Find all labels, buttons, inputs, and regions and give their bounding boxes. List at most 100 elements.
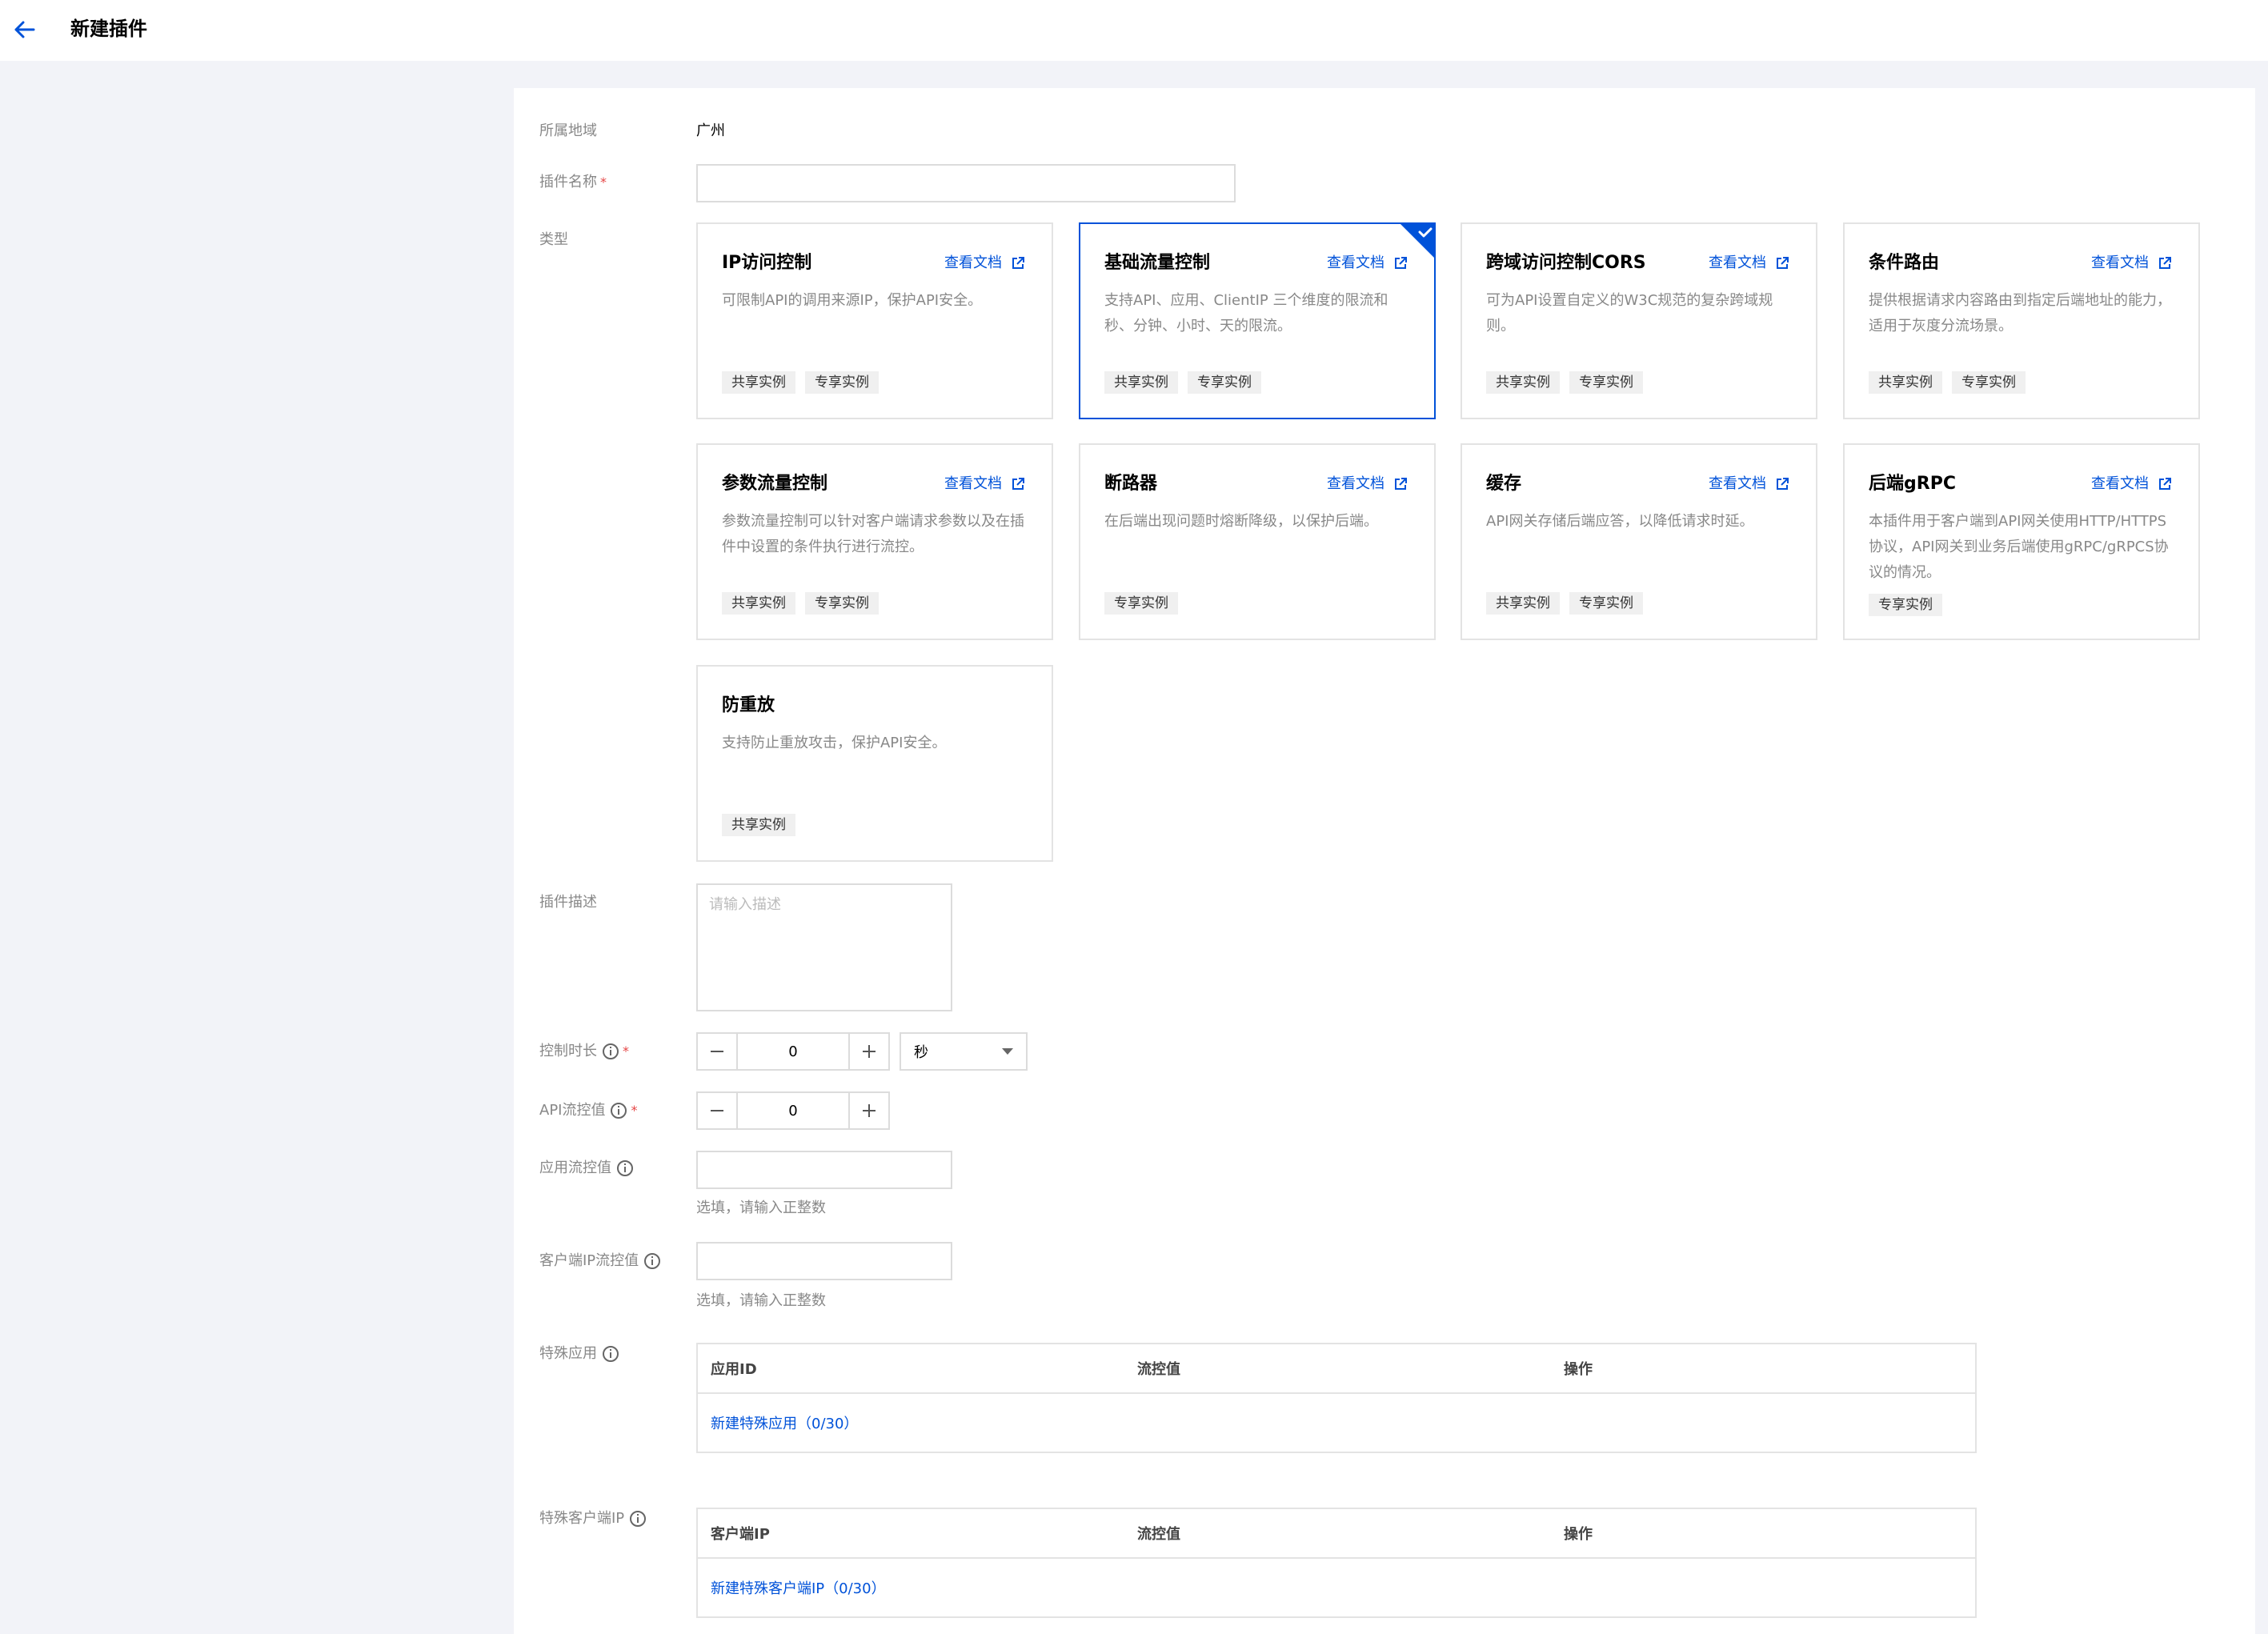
type-label: 类型 <box>539 231 568 248</box>
duration-value[interactable]: 0 <box>736 1034 850 1069</box>
card-description: API网关存储后端应答，以降低请求时延。 <box>1486 513 1754 530</box>
card-description: 提供根据请求内容路由到指定后端地址的能力，适用于灰度分流场景。 <box>1869 292 2171 334</box>
external-link-icon <box>2154 257 2171 270</box>
duration-unit-select[interactable]: 秒 <box>900 1032 1028 1071</box>
table-header: 应用ID 流控值 操作 <box>698 1344 1975 1394</box>
app-limit-input[interactable] <box>696 1151 952 1189</box>
info-icon[interactable] <box>602 1345 619 1363</box>
instance-tags: 共享实例 <box>722 814 795 836</box>
special-client-ips-label: 特殊客户端IP <box>539 1509 647 1528</box>
view-doc-label: 查看文档 <box>1327 254 1384 271</box>
info-icon[interactable] <box>602 1043 619 1060</box>
decrement-button[interactable] <box>698 1093 736 1128</box>
instance-tag: 共享实例 <box>722 592 795 615</box>
client-ip-limit-input[interactable] <box>696 1242 952 1280</box>
column-header: 客户端IP <box>711 1526 770 1543</box>
card-description: 支持API、应用、ClientIP 三个维度的限流和秒、分钟、小时、天的限流。 <box>1104 292 1388 334</box>
view-doc-label: 查看文档 <box>944 254 1002 271</box>
column-header: 操作 <box>1564 1361 1593 1378</box>
special-apps-label: 特殊应用 <box>539 1344 619 1364</box>
client-ip-limit-label: 客户端IP流控值 <box>539 1252 661 1271</box>
add-special-client-ip-link[interactable]: 新建特殊客户端IP（0/30） <box>711 1577 886 1598</box>
plugin-type-card[interactable]: 基础流量控制 查看文档支持API、应用、ClientIP 三个维度的限流和秒、分钟… <box>1079 222 1436 419</box>
plugin-type-card[interactable]: 跨域访问控制CORS 查看文档可为API设置自定义的W3C规范的复杂跨域规则。共享… <box>1461 222 1817 419</box>
view-doc-link[interactable]: 查看文档 <box>1709 251 1789 275</box>
increment-button[interactable] <box>850 1034 888 1069</box>
external-link-icon <box>1007 257 1024 270</box>
external-link-icon <box>1771 478 1789 491</box>
caret-down-icon <box>1002 1048 1013 1055</box>
card-title: 参数流量控制 <box>722 474 828 494</box>
info-icon[interactable] <box>610 1102 627 1119</box>
plugin-type-card[interactable]: IP访问控制 查看文档 可限制API的调用来源IP，保护API安全。 共享实例 专享实例 <box>696 222 1053 419</box>
special-apps-table: 应用ID 流控值 操作 新建特殊应用（0/30） <box>696 1343 1977 1453</box>
view-doc-label: 查看文档 <box>1709 254 1766 271</box>
name-label: 插件名称 * <box>539 174 607 190</box>
plugin-type-card[interactable]: 防重放支持防止重放攻击，保护API安全。共享实例 <box>696 665 1053 862</box>
card-description: 可为API设置自定义的W3C规范的复杂跨域规则。 <box>1486 292 1773 334</box>
form-panel: 所属地域 广州 插件名称 * 类型 IP访问控制 查看文档 可限制API的调用来源IP… <box>514 88 2255 1634</box>
instance-tags: 专享实例 <box>1104 592 1178 615</box>
instance-tags: 专享实例 <box>1869 594 1942 616</box>
external-link-icon <box>1771 257 1789 270</box>
decrement-button[interactable] <box>698 1034 736 1069</box>
plugin-type-card[interactable]: 后端gRPC 查看文档 本插件用于客户端到API网关使用HTTP/HTTPS协议，A… <box>1843 443 2200 640</box>
table-header: 客户端IP 流控值 操作 <box>698 1509 1975 1559</box>
view-doc-link[interactable]: 查看文档 <box>2091 251 2171 275</box>
card-title: 防重放 <box>722 695 775 715</box>
card-description: 在后端出现问题时熔断降级，以保护后端。 <box>1104 513 1378 530</box>
instance-tag: 共享实例 <box>1104 371 1178 394</box>
instance-tag: 共享实例 <box>722 814 795 836</box>
card-title: 基础流量控制 <box>1104 253 1211 273</box>
view-doc-link[interactable]: 查看文档 <box>1327 472 1407 496</box>
external-link-icon <box>1007 478 1024 491</box>
info-icon[interactable] <box>629 1510 647 1528</box>
card-title: 跨域访问控制CORS <box>1486 253 1646 273</box>
duration-stepper: 0 <box>696 1032 890 1071</box>
instance-tag: 共享实例 <box>722 371 795 394</box>
info-icon[interactable] <box>616 1159 634 1177</box>
instance-tags: 共享实例 专享实例 <box>1486 592 1643 615</box>
plugin-type-card[interactable]: 断路器 查看文档 在后端出现问题时熔断降级，以保护后端。 专享实例 <box>1079 443 1436 640</box>
description-textarea[interactable] <box>696 883 952 1011</box>
required-mark: * <box>623 1043 629 1059</box>
info-icon[interactable] <box>643 1252 661 1270</box>
view-doc-link[interactable]: 查看文档 <box>944 251 1024 275</box>
view-doc-link[interactable]: 查看文档 <box>944 472 1024 496</box>
plugin-type-card[interactable]: 条件路由 查看文档提供根据请求内容路由到指定后端地址的能力，适用于灰度分流场景。共… <box>1843 222 2200 419</box>
view-doc-link[interactable]: 查看文档 <box>1327 251 1407 275</box>
region-value: 广州 <box>696 122 725 139</box>
instance-tags: 共享实例 专享实例 <box>1869 371 2026 394</box>
required-mark: * <box>631 1103 638 1118</box>
duration-unit-value: 秒 <box>914 1044 928 1061</box>
instance-tags: 共享实例 专享实例 <box>722 371 879 394</box>
page-title: 新建插件 <box>70 18 147 40</box>
back-arrow-icon[interactable] <box>11 16 38 43</box>
view-doc-label: 查看文档 <box>1327 475 1384 492</box>
plugin-type-card[interactable]: 参数流量控制 查看文档 参数流量控制可以针对客户端请求参数以及在插件中设置的条件执行… <box>696 443 1053 640</box>
table-row: 新建特殊应用（0/30） <box>698 1394 1975 1452</box>
instance-tag: 专享实例 <box>1569 371 1643 394</box>
increment-button[interactable] <box>850 1093 888 1128</box>
view-doc-link[interactable]: 查看文档 <box>1709 472 1789 496</box>
plugin-type-card[interactable]: 缓存 查看文档 API网关存储后端应答，以降低请求时延。 共享实例 专享实例 <box>1461 443 1817 640</box>
table-row: 新建特殊客户端IP（0/30） <box>698 1559 1975 1616</box>
instance-tag: 专享实例 <box>1869 594 1942 616</box>
card-description: 可限制API的调用来源IP，保护API安全。 <box>722 292 983 309</box>
app-limit-hint: 选填，请输入正整数 <box>696 1199 826 1216</box>
view-doc-label: 查看文档 <box>2091 475 2149 492</box>
plugin-name-input[interactable] <box>696 164 1236 202</box>
instance-tag: 共享实例 <box>1486 592 1560 615</box>
app-limit-label: 应用流控值 <box>539 1159 634 1178</box>
client-ip-limit-hint: 选填，请输入正整数 <box>696 1292 826 1309</box>
api-limit-value[interactable]: 0 <box>736 1093 850 1128</box>
column-header: 流控值 <box>1137 1361 1180 1378</box>
add-special-app-link[interactable]: 新建特殊应用（0/30） <box>711 1412 858 1433</box>
view-doc-link[interactable]: 查看文档 <box>2091 472 2171 496</box>
instance-tags: 共享实例 专享实例 <box>722 592 879 615</box>
view-doc-label: 查看文档 <box>2091 254 2149 271</box>
card-description: 支持防止重放攻击，保护API安全。 <box>722 735 947 751</box>
instance-tags: 共享实例 专享实例 <box>1486 371 1643 394</box>
card-description: 本插件用于客户端到API网关使用HTTP/HTTPS协议，API网关到业务后端使… <box>1869 513 2169 581</box>
card-title: 条件路由 <box>1869 253 1940 273</box>
